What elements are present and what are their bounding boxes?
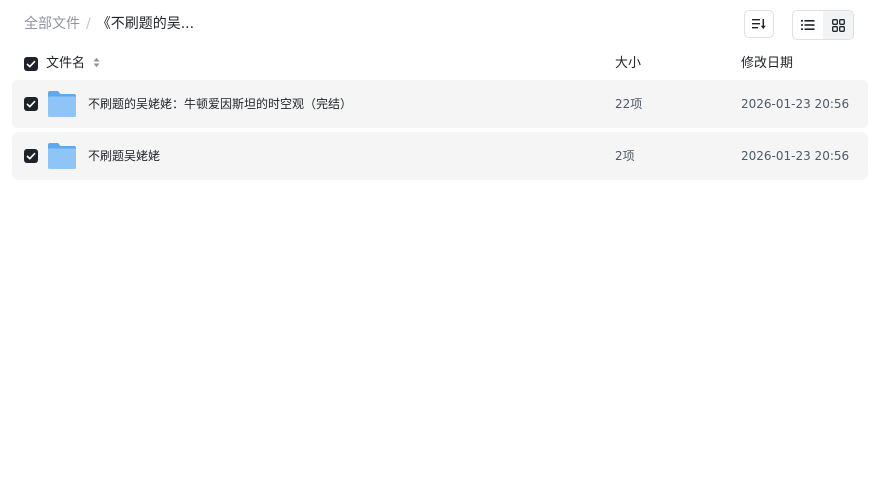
- check-icon: [26, 152, 36, 160]
- sort-button[interactable]: [744, 10, 774, 38]
- check-icon: [26, 60, 36, 68]
- check-icon: [26, 100, 36, 108]
- column-header-name[interactable]: 文件名: [46, 52, 100, 76]
- grid-view-icon: [831, 18, 845, 32]
- sort-icon: [752, 19, 766, 29]
- row-checkbox[interactable]: [24, 97, 38, 111]
- file-browser: 全部文件 / 《不刷题的吴... 文件名 大小 修改日期 不刷题的吴姥姥：牛顿爱…: [0, 0, 878, 495]
- file-name[interactable]: 不刷题的吴姥姥：牛顿爱因斯坦的时空观（完结）: [88, 80, 352, 128]
- view-toggle: [792, 10, 854, 40]
- top-bar: 全部文件 / 《不刷题的吴...: [24, 10, 854, 40]
- list-view-icon: [801, 20, 815, 30]
- file-size: 22项: [615, 97, 643, 111]
- file-name[interactable]: 不刷题吴姥姥: [88, 132, 160, 180]
- file-list: 不刷题的吴姥姥：牛顿爱因斯坦的时空观（完结） 22项 2026-01-23 20…: [12, 80, 868, 184]
- breadcrumb-separator: /: [86, 16, 91, 32]
- breadcrumb-root-link[interactable]: 全部文件: [24, 16, 80, 32]
- column-header-size[interactable]: 大小: [615, 52, 641, 76]
- grid-view-button[interactable]: [823, 11, 853, 39]
- breadcrumb-current: 《不刷题的吴...: [96, 16, 195, 32]
- sort-arrows-icon: [93, 57, 100, 68]
- column-header-date[interactable]: 修改日期: [741, 52, 793, 76]
- file-date: 2026-01-23 20:56: [741, 149, 850, 163]
- file-size: 2项: [615, 149, 635, 163]
- column-header-name-label: 文件名: [46, 56, 86, 71]
- folder-icon: [48, 143, 76, 169]
- file-row[interactable]: 不刷题的吴姥姥：牛顿爱因斯坦的时空观（完结） 22项 2026-01-23 20…: [12, 80, 868, 128]
- breadcrumb: 全部文件 / 《不刷题的吴...: [24, 14, 194, 34]
- folder-icon: [48, 91, 76, 117]
- file-row[interactable]: 不刷题吴姥姥 2项 2026-01-23 20:56: [12, 132, 868, 180]
- file-date: 2026-01-23 20:56: [741, 97, 850, 111]
- select-all-checkbox[interactable]: [24, 57, 38, 71]
- file-list-header: 文件名 大小 修改日期: [24, 52, 854, 76]
- list-view-button[interactable]: [793, 11, 823, 39]
- row-checkbox[interactable]: [24, 149, 38, 163]
